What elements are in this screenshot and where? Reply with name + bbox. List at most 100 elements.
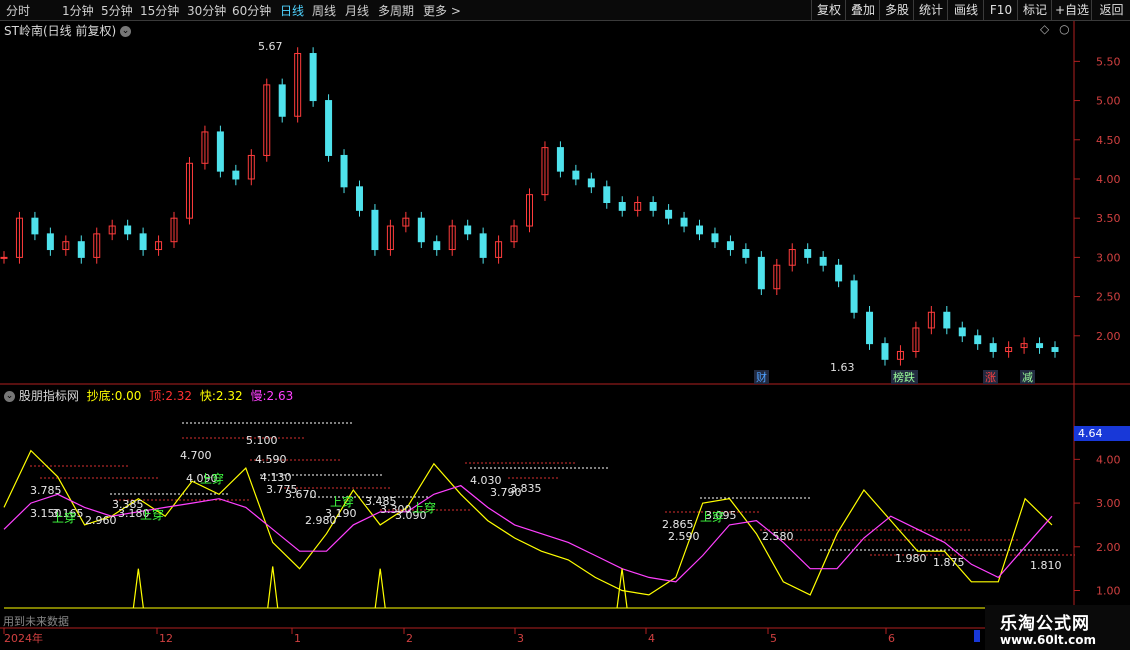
x-tick-label: 12: [159, 632, 173, 645]
indicator-field-value: 2.63: [266, 389, 294, 403]
candle-body: [355, 186, 363, 211]
candle-body: [757, 256, 765, 290]
signal-label-crossup: 上穿: [140, 507, 164, 522]
indicator-tick-label: 2.00: [1096, 541, 1121, 554]
indicator-level-label: 2.960: [85, 514, 117, 527]
candle-body: [216, 131, 224, 172]
indicator-tick-label: 4.00: [1096, 453, 1121, 466]
indicator-level-label: 1.875: [933, 556, 965, 569]
candle-body: [77, 241, 85, 258]
future-data-note: 用到未来数据: [3, 615, 69, 628]
candle-body: [989, 343, 997, 352]
indicator-field-label: 顶:: [149, 389, 166, 403]
candle-body: [726, 241, 734, 251]
watermark-logo: 乐淘公式网 www.60lt.com: [985, 605, 1130, 650]
candle-body: [1036, 343, 1044, 349]
candle-body: [340, 154, 348, 188]
candle-body: [556, 147, 564, 172]
indicator-field-label: 慢:: [250, 389, 267, 403]
candle-body: [711, 233, 719, 243]
x-tick-label: 2: [406, 632, 413, 645]
price-tick-label: 2.00: [1096, 330, 1121, 343]
indicator-level-label: 4.590: [255, 453, 287, 466]
x-tick-label: 6: [888, 632, 895, 645]
indicator-level-label: 3.670: [285, 488, 317, 501]
candle-body: [31, 217, 39, 235]
price-tick-label: 5.00: [1096, 95, 1121, 108]
candle-body: [0, 256, 8, 259]
candle-body: [881, 343, 889, 360]
indicator-field-label: 快:: [199, 389, 216, 403]
candle-body: [433, 241, 441, 251]
price-tick-label: 5.50: [1096, 55, 1121, 68]
indicator-name: 股朋指标网: [18, 389, 79, 403]
candle-body: [866, 311, 874, 345]
indicator-level-label: 2.590: [668, 530, 700, 543]
event-tag: 涨: [985, 371, 996, 384]
indicator-tick-label: 1.00: [1096, 585, 1121, 598]
candle-body: [464, 225, 472, 235]
price-tick-label: 3.00: [1096, 251, 1121, 264]
candle-body: [587, 178, 595, 188]
price-tick-label: 4.50: [1096, 134, 1121, 147]
chart-canvas[interactable]: 2.00 2.50 3.00 3.50 4.00 4.50 5.00 5.50 5.67 1.6…: [0, 0, 1130, 650]
signal-label-crossup: 上穿: [412, 500, 436, 515]
indicator-field-value: 0.00: [114, 389, 142, 403]
candle-body: [417, 217, 425, 243]
x-tick-label: 4: [648, 632, 655, 645]
price-low-label: 1.63: [830, 361, 855, 374]
candle-body: [850, 280, 858, 313]
event-tag: 榜跌: [893, 370, 915, 384]
signal-label-crossup: 上穿: [330, 494, 354, 509]
candle-body: [278, 84, 286, 117]
candle-body: [618, 202, 626, 211]
indicator-level-label: 2.580: [762, 530, 794, 543]
signal-label-crossup: 上穿: [200, 471, 224, 486]
x-tick-label: 5: [770, 632, 777, 645]
indicator-level-label: 2.980: [305, 514, 337, 527]
candle-body: [696, 225, 704, 235]
candle-body: [742, 249, 750, 258]
circle-icon[interactable]: ○: [1059, 22, 1069, 36]
signal-label-crossup: 上穿: [52, 510, 76, 525]
candle-body: [835, 264, 843, 282]
stock-name: ST岭南(日线 前复权): [4, 24, 117, 38]
indicator-field-value: 2.32: [165, 389, 193, 403]
candle-body: [974, 335, 982, 345]
candle-body: [804, 249, 812, 258]
price-tick-label: 2.50: [1096, 291, 1121, 304]
candle-body: [46, 233, 54, 251]
price-high-label: 5.67: [258, 40, 283, 53]
price-panel-title: ST岭南(日线 前复权) ⌄: [4, 22, 131, 39]
indicator-level-label: 3.785: [30, 484, 62, 497]
x-tick-label: 2024年: [4, 631, 43, 645]
price-tick-label: 3.50: [1096, 212, 1121, 225]
candle-body: [572, 170, 580, 180]
panel-controls: ◇ ○: [1040, 22, 1070, 36]
x-tick-label: 1: [294, 632, 301, 645]
chevron-down-icon[interactable]: ⌄: [4, 391, 15, 402]
candle-body: [603, 186, 611, 203]
indicator-tick-label: 3.00: [1096, 497, 1121, 510]
candle-body: [124, 225, 132, 235]
candle-body: [665, 209, 673, 219]
indicator-y-axis: 1.00 2.00 3.00 4.00 4.64: [1074, 426, 1130, 598]
candle-body: [649, 202, 657, 211]
indicator-level-labels: 5.1004.700 4.5904.1304.090 4.0303.8353.785…: [30, 434, 1062, 572]
candle-body: [309, 53, 317, 102]
chevron-down-icon[interactable]: ⌄: [119, 26, 131, 37]
candle-body: [943, 311, 951, 329]
candle-body: [958, 327, 966, 337]
signal-label-crossup: 上穿: [700, 509, 724, 524]
indicator-field-label: 抄底:: [86, 389, 115, 403]
price-y-axis: 2.00 2.50 3.00 3.50 4.00 4.50 5.00 5.50: [1074, 55, 1121, 343]
candlestick-series: [0, 47, 1059, 366]
diamond-icon[interactable]: ◇: [1040, 22, 1049, 36]
candle-body: [325, 100, 333, 156]
event-tag: 财: [756, 370, 767, 384]
indicator-field-value: 2.32: [215, 389, 243, 403]
indicator-level-label: 3.790: [490, 486, 522, 499]
candle-body: [1051, 347, 1059, 352]
indicator-lines: [3, 449, 1053, 609]
slow-line-series: [3, 484, 1053, 583]
